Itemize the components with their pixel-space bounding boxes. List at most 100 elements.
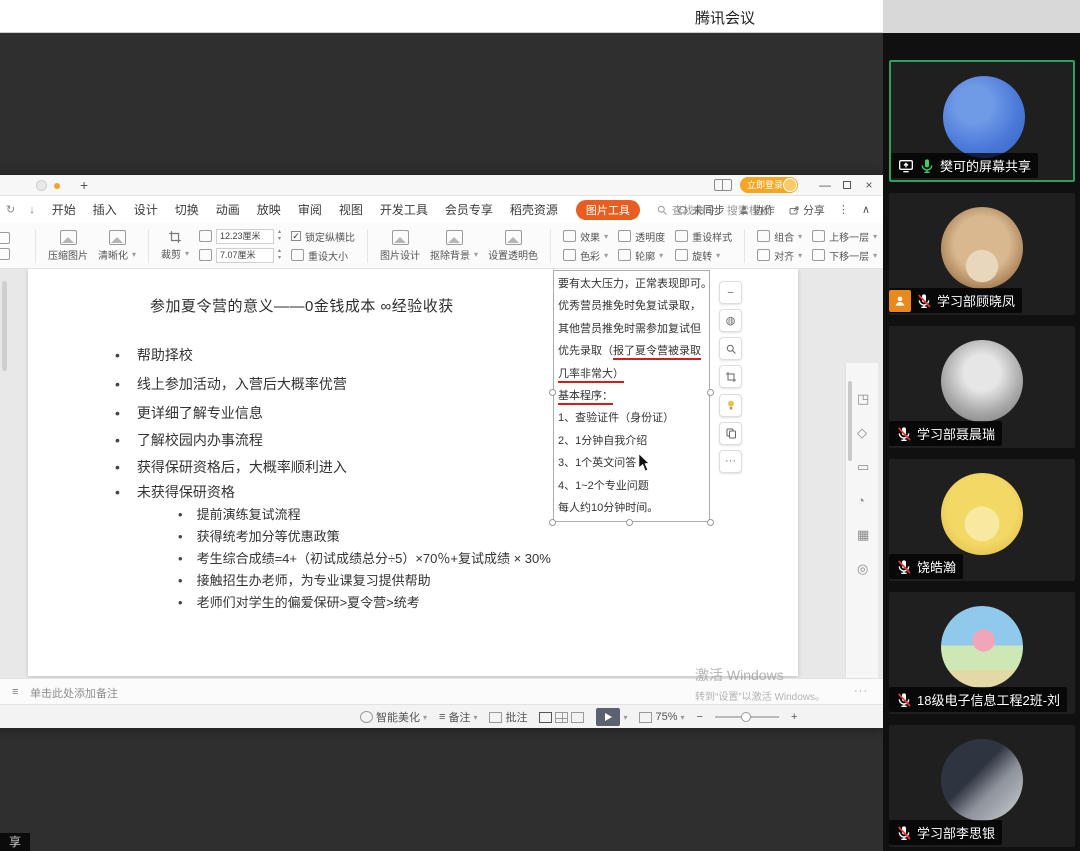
smart-beautify-button[interactable]: 智能美化▾ xyxy=(360,709,427,725)
collapse-ribbon-button[interactable]: ∧ xyxy=(862,203,870,216)
compress-picture-button[interactable]: 压缩图片 xyxy=(48,230,88,262)
participant-tile[interactable]: 学习部顾晓凤 xyxy=(889,193,1075,315)
redo-icon[interactable]: ↓ xyxy=(29,204,35,216)
menu-member[interactable]: 会员专享 xyxy=(445,201,493,218)
menu-insert[interactable]: 插入 xyxy=(93,201,117,218)
menu-transition[interactable]: 切换 xyxy=(175,201,199,218)
sync-status-button[interactable]: 未同步 xyxy=(677,202,725,218)
transparency-button[interactable]: 透明度 xyxy=(618,229,665,244)
new-tab-button[interactable]: + xyxy=(80,176,88,195)
menu-bar-actions: 未同步 协作 分享 ⋮ ∧ xyxy=(677,196,870,223)
crop-button[interactable]: 裁剪▾ xyxy=(161,230,189,261)
participant-tile[interactable]: 学习部聂晨瑞 xyxy=(889,326,1075,448)
resize-handle-bottom-right[interactable] xyxy=(707,519,714,526)
height-field[interactable]: 12.23厘米 xyxy=(216,229,274,244)
mic-muted-icon xyxy=(896,825,912,841)
reading-view-button[interactable] xyxy=(571,712,584,723)
notes-more-button[interactable]: ··· xyxy=(854,685,868,697)
resize-handle-right[interactable] xyxy=(707,389,714,396)
panel-slides-icon[interactable]: ▭ xyxy=(857,459,869,475)
collaborate-button[interactable]: 协作 xyxy=(738,202,775,218)
outline-button[interactable]: 轮廓▾ xyxy=(618,248,665,263)
color-button[interactable]: 色彩▾ xyxy=(563,248,608,263)
picture-design-button[interactable]: 图片设计 xyxy=(380,230,420,262)
slide-canvas[interactable]: 参加夏令营的意义——0金钱成本 ∞经验收获 帮助择校 线上参加活动，入营后大概率… xyxy=(28,269,798,676)
minimize-button[interactable]: — xyxy=(816,177,834,193)
menu-review[interactable]: 审阅 xyxy=(298,201,322,218)
more-menu-button[interactable]: ⋮ xyxy=(838,203,849,216)
layout-switch-icon[interactable] xyxy=(714,179,732,191)
panel-properties-icon[interactable]: ◳ xyxy=(857,391,869,407)
remove-background-button[interactable]: 抠除背景▾ xyxy=(430,230,478,262)
close-button[interactable]: × xyxy=(860,177,878,193)
menu-docer[interactable]: 稻壳资源 xyxy=(510,201,558,218)
zoom-slider[interactable] xyxy=(715,716,779,718)
zoom-level[interactable]: 75% xyxy=(655,711,677,723)
canvas-scrollbar[interactable] xyxy=(2,281,7,371)
menu-design[interactable]: 设计 xyxy=(134,201,158,218)
height-stepper[interactable]: ▴▾ xyxy=(278,229,281,243)
group-button[interactable]: 组合▾ xyxy=(757,229,802,244)
fit-slide-icon[interactable] xyxy=(639,712,652,723)
participant-tile[interactable]: 18级电子信息工程2班-刘 xyxy=(889,592,1075,714)
send-backward-button[interactable]: 下移一层▾ xyxy=(812,248,877,263)
resize-handle-left[interactable] xyxy=(549,389,556,396)
bring-forward-icon xyxy=(812,230,825,242)
slideshow-button[interactable]: ▾ xyxy=(596,708,627,726)
zoom-icon[interactable] xyxy=(719,337,742,360)
menu-slideshow[interactable]: 放映 xyxy=(257,201,281,218)
notes-hamburger-icon[interactable]: ≡ xyxy=(12,686,18,698)
reset-style-button[interactable]: 重设样式 xyxy=(675,229,732,244)
participant-tile[interactable]: 饶皓瀚 xyxy=(889,459,1075,581)
width-stepper[interactable]: ▴▾ xyxy=(278,248,281,262)
menu-animation[interactable]: 动画 xyxy=(216,201,240,218)
normal-view-button[interactable] xyxy=(539,712,552,723)
rotate-button[interactable]: 旋转▾ xyxy=(675,248,732,263)
panel-beautify-icon[interactable]: ◇ xyxy=(857,425,867,441)
collapse-icon[interactable]: − xyxy=(719,281,742,304)
reset-size-button[interactable]: 重设大小 xyxy=(291,248,355,263)
undo-icon[interactable]: ↻ xyxy=(6,203,15,216)
notes-icon: ≡ xyxy=(439,711,445,723)
zoom-slider-knob[interactable] xyxy=(741,712,751,722)
transparent-color-button[interactable]: 设置透明色 xyxy=(488,230,538,262)
width-field[interactable]: 7.07厘米 xyxy=(216,248,274,263)
menu-view[interactable]: 视图 xyxy=(339,201,363,218)
smart-tip-icon[interactable] xyxy=(719,394,742,417)
effect-button[interactable]: 效果▾ xyxy=(563,229,608,244)
panel-help-icon[interactable]: ◎ xyxy=(857,561,868,577)
comments-button[interactable]: 批注 xyxy=(489,709,527,725)
person-icon xyxy=(893,294,907,308)
picture-tools-tab[interactable]: 图片工具 xyxy=(576,200,640,220)
wps-home-icon[interactable] xyxy=(36,180,47,191)
lock-ratio-checkbox[interactable]: ✓ 锁定纵横比 xyxy=(291,229,355,244)
menu-devtools[interactable]: 开发工具 xyxy=(380,201,428,218)
vertical-scrollbar[interactable] xyxy=(848,381,852,461)
panel-history-icon[interactable]: ◔ xyxy=(857,493,865,508)
bring-forward-button[interactable]: 上移一层▾ xyxy=(812,229,877,244)
more-icon[interactable]: ··· xyxy=(719,450,742,473)
color-effect-group: 效果▾ 色彩▾ xyxy=(563,229,608,263)
color-label: 色彩 xyxy=(580,248,600,263)
zoom-out-button[interactable]: − xyxy=(697,711,703,723)
notes-placeholder[interactable]: 单击此处添加备注 xyxy=(30,685,118,701)
login-button[interactable]: 立即登录 xyxy=(740,177,798,193)
menu-start[interactable]: 开始 xyxy=(52,201,76,218)
participant-tile[interactable]: 学习部李思银 xyxy=(889,725,1075,847)
clarify-button[interactable]: 清晰化▾ xyxy=(98,230,136,262)
zoom-in-button[interactable]: + xyxy=(791,711,797,723)
slide-sorter-view-button[interactable] xyxy=(555,712,568,723)
copy-icon[interactable] xyxy=(719,422,742,445)
resize-handle-bottom-left[interactable] xyxy=(549,519,556,526)
align-button[interactable]: 对齐▾ xyxy=(757,248,802,263)
participant-tile-sharing[interactable]: 樊可的屏幕共享 xyxy=(889,60,1075,182)
material-icon[interactable]: ◍ xyxy=(719,309,742,332)
resize-handle-bottom[interactable] xyxy=(626,519,633,526)
width-icon xyxy=(199,249,212,261)
notes-toggle-button[interactable]: ≡ 备注▾ xyxy=(439,709,477,725)
panel-gallery-icon[interactable]: ▦ xyxy=(857,527,869,543)
share-button[interactable]: 分享 xyxy=(788,202,825,218)
crop-icon[interactable] xyxy=(719,365,742,388)
restore-button[interactable] xyxy=(838,177,856,193)
selected-textbox[interactable]: 要有太大压力，正常表现即可。 优秀营员推免时免复试录取， 其他营员推免时需参加复… xyxy=(553,270,710,522)
